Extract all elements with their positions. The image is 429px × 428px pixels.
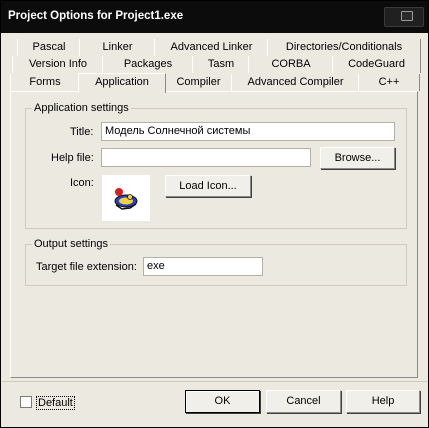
- target-extension-field[interactable]: exe: [143, 257, 263, 276]
- tab-compiler[interactable]: Compiler: [164, 74, 233, 91]
- title-field[interactable]: Модель Солнечной системы: [101, 122, 395, 141]
- default-checkbox[interactable]: [20, 396, 32, 408]
- tab-pascal[interactable]: Pascal: [17, 39, 81, 56]
- project-options-dialog: Project Options for Project1.exe Pascal …: [0, 0, 429, 428]
- title-label: Title:: [70, 126, 94, 138]
- close-button[interactable]: [384, 7, 424, 27]
- application-settings-title: Application settings: [32, 102, 131, 114]
- default-checkbox-label[interactable]: Default: [36, 396, 75, 410]
- tab-advanced-linker[interactable]: Advanced Linker: [154, 39, 269, 56]
- ok-button[interactable]: OK: [185, 390, 260, 413]
- close-icon: [401, 11, 413, 21]
- cancel-button[interactable]: Cancel: [266, 390, 341, 413]
- output-settings-title: Output settings: [32, 238, 110, 250]
- tab-codeguard[interactable]: CodeGuard: [332, 56, 421, 73]
- solar-system-icon: [114, 188, 138, 210]
- help-button[interactable]: Help: [346, 390, 420, 413]
- help-file-field[interactable]: [101, 148, 311, 167]
- tab-forms[interactable]: Forms: [10, 74, 80, 91]
- tab-corba[interactable]: CORBA: [248, 56, 334, 73]
- tab-application[interactable]: Application: [78, 73, 166, 93]
- load-icon-button[interactable]: Load Icon...: [165, 175, 251, 197]
- icon-label: Icon:: [70, 177, 94, 189]
- tab-linker[interactable]: Linker: [79, 39, 156, 56]
- tab-tasm[interactable]: Tasm: [192, 56, 250, 73]
- browse-button[interactable]: Browse...: [320, 147, 395, 169]
- help-file-label: Help file:: [51, 152, 94, 164]
- application-icon-preview: [102, 175, 150, 221]
- tab-directories-conditionals[interactable]: Directories/Conditionals: [267, 39, 421, 56]
- target-extension-label: Target file extension:: [36, 261, 137, 273]
- tab-version-info[interactable]: Version Info: [12, 56, 104, 73]
- title-bar[interactable]: Project Options for Project1.exe: [1, 1, 428, 33]
- tab-cpp[interactable]: C++: [358, 74, 420, 91]
- window-title: Project Options for Project1.exe: [8, 10, 184, 22]
- tab-advanced-compiler[interactable]: Advanced Compiler: [231, 74, 360, 91]
- tab-packages[interactable]: Packages: [102, 56, 194, 73]
- footer-separator: [1, 381, 428, 382]
